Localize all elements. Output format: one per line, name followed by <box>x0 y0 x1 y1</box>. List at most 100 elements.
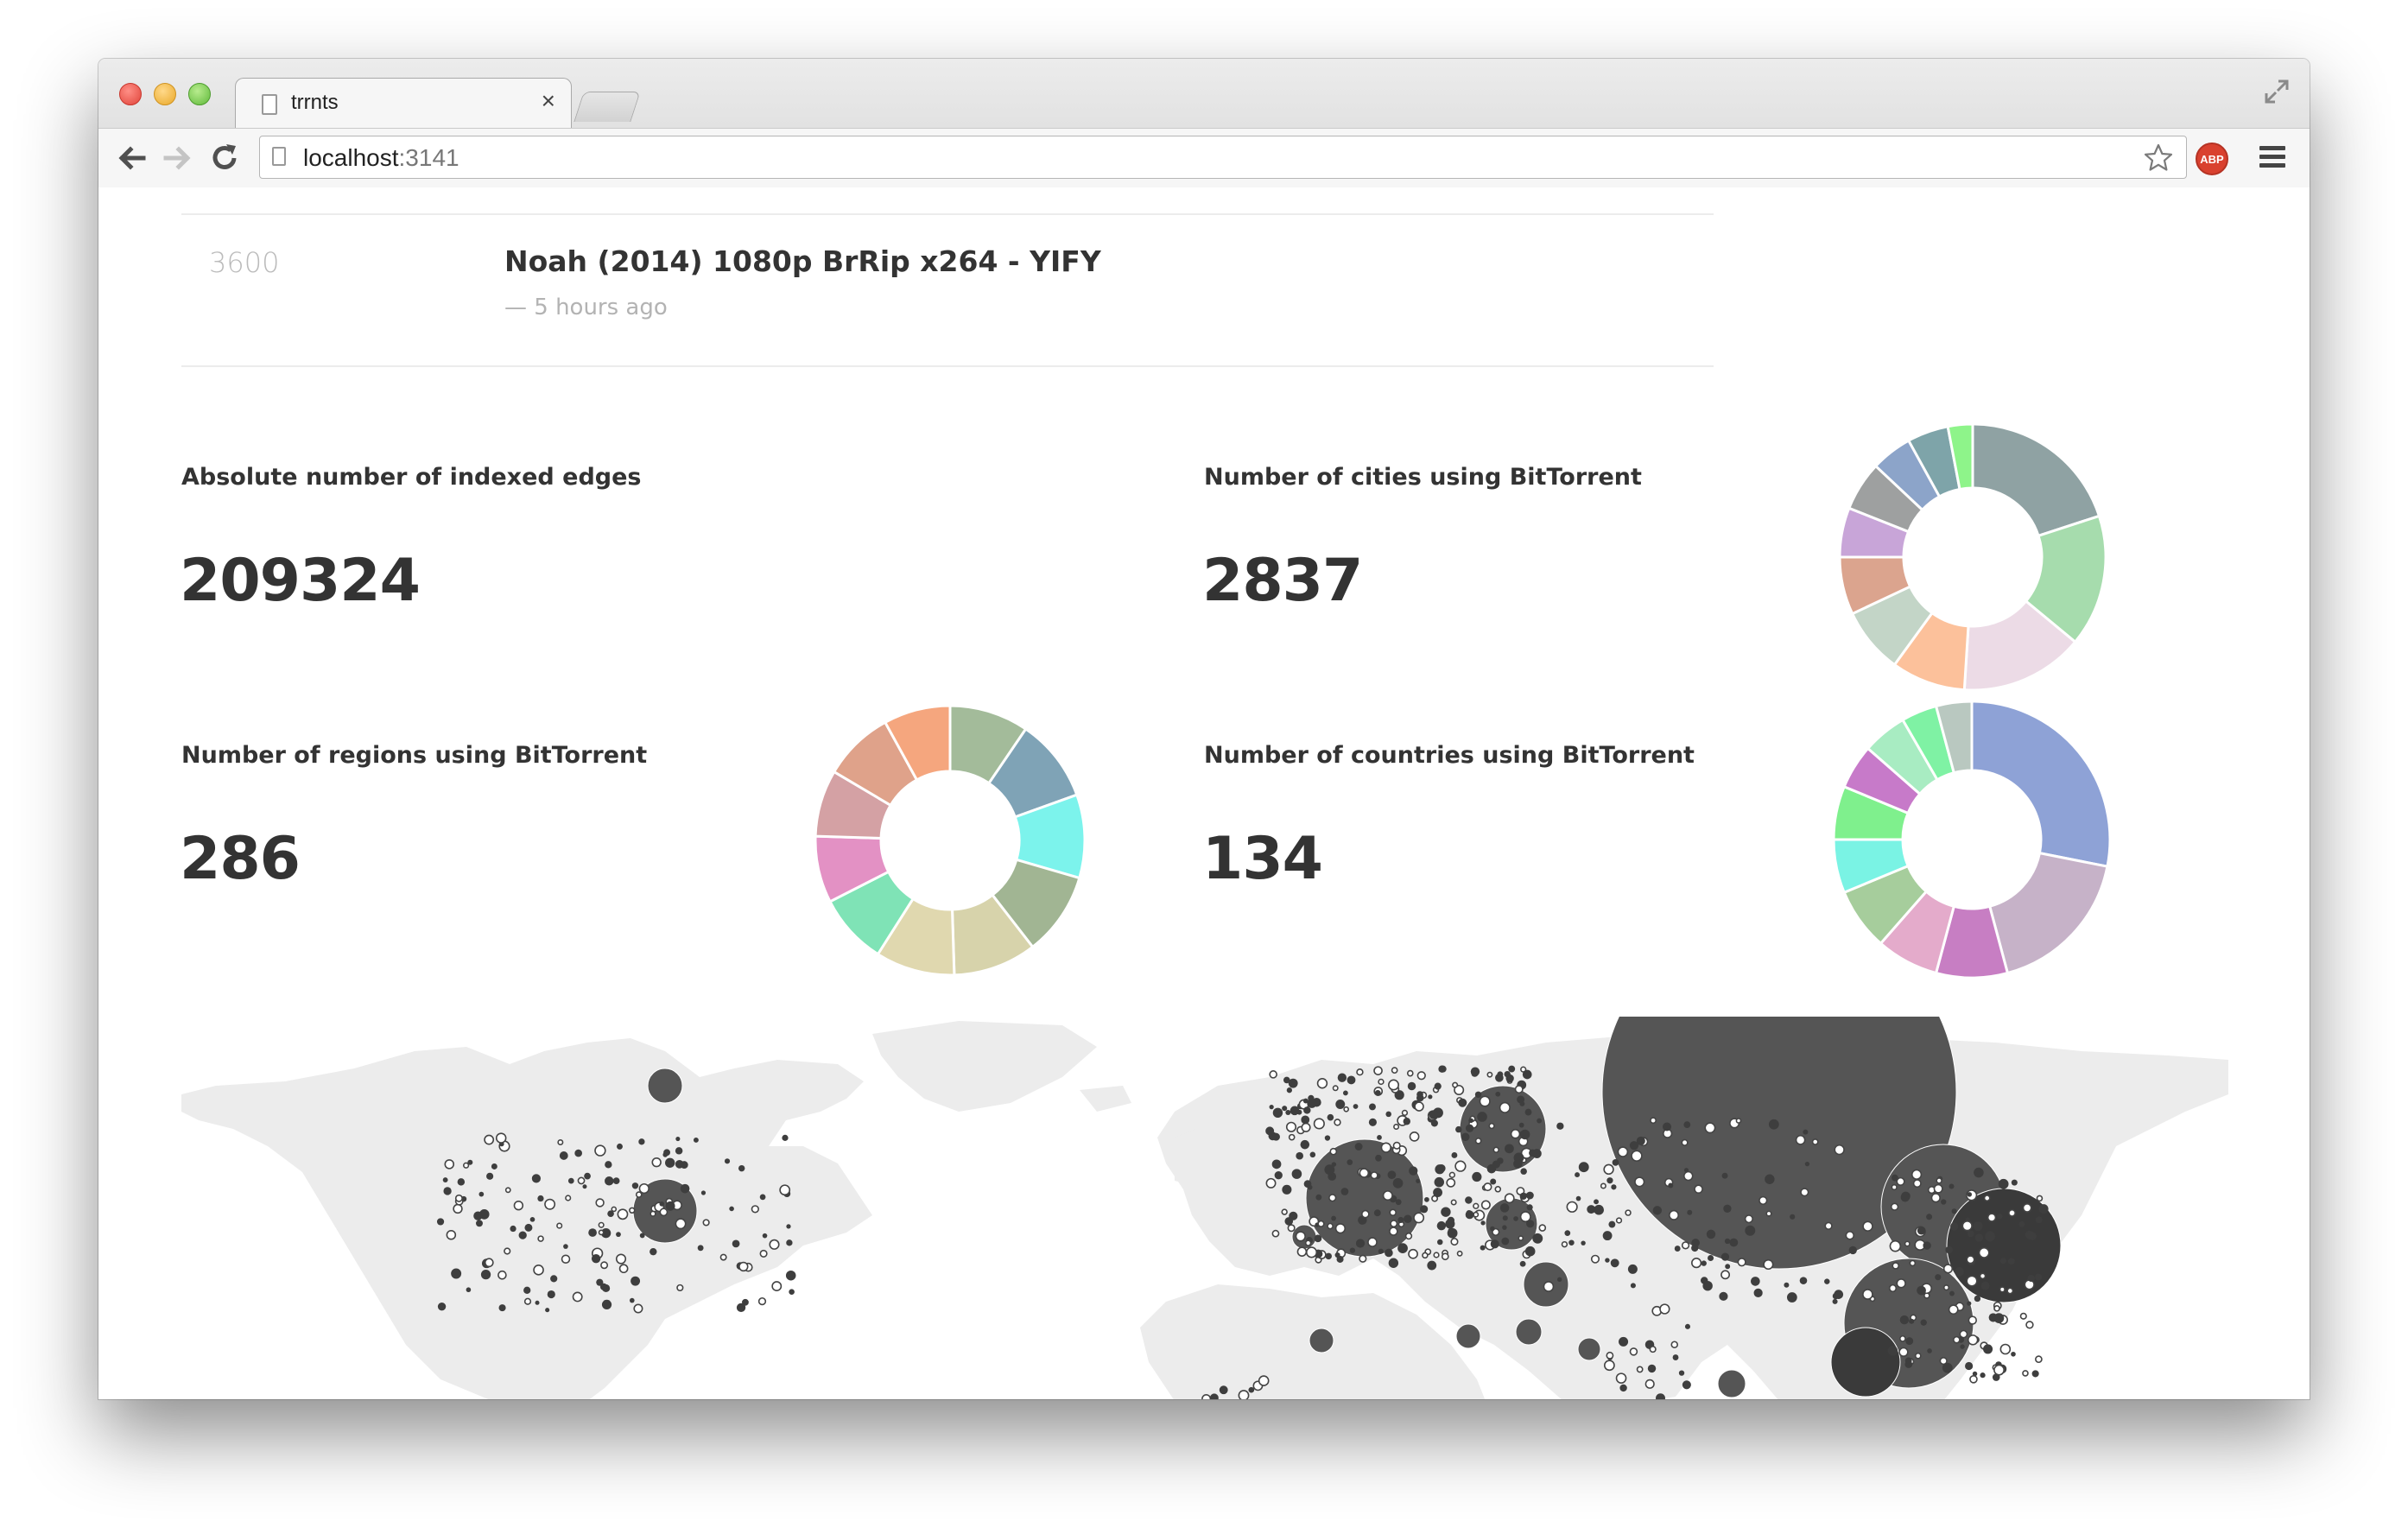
city-bubble[interactable] <box>1979 1272 1987 1280</box>
city-bubble[interactable] <box>1307 1184 1313 1190</box>
city-bubble[interactable] <box>675 1136 681 1142</box>
city-bubble[interactable] <box>1644 1379 1655 1389</box>
zoom-window-button[interactable] <box>188 83 211 105</box>
city-bubble[interactable] <box>510 1225 516 1233</box>
city-bubble[interactable] <box>1265 1177 1277 1189</box>
city-bubble[interactable] <box>629 1207 636 1214</box>
city-bubble[interactable] <box>650 1210 656 1217</box>
city-bubble[interactable] <box>665 1201 675 1211</box>
city-bubble[interactable] <box>1271 1229 1280 1238</box>
city-bubble[interactable] <box>1966 1275 1978 1287</box>
city-bubble[interactable] <box>1949 1290 1955 1296</box>
city-bubble[interactable] <box>1441 1207 1451 1217</box>
city-bubble[interactable] <box>1480 1220 1486 1226</box>
city-bubble[interactable] <box>563 1244 568 1249</box>
star-icon[interactable] <box>2143 143 2174 174</box>
city-bubble[interactable] <box>1926 1214 1933 1220</box>
city-bubble[interactable] <box>1433 1252 1440 1258</box>
city-bubble[interactable] <box>484 1134 495 1145</box>
city-bubble[interactable] <box>1524 1246 1536 1257</box>
city-bubble[interactable] <box>738 1261 749 1272</box>
city-bubble[interactable] <box>2006 1287 2014 1295</box>
city-bubble[interactable] <box>1603 1360 1615 1372</box>
city-bubble[interactable] <box>1786 1292 1797 1303</box>
city-bubble[interactable] <box>1974 1167 1984 1178</box>
city-bubble[interactable] <box>697 1245 704 1252</box>
city-bubble[interactable] <box>1304 1239 1312 1246</box>
city-bubble[interactable] <box>1917 1226 1926 1235</box>
city-bubble[interactable] <box>2025 1321 2034 1329</box>
city-bubble[interactable] <box>1359 1254 1367 1263</box>
city-bubble[interactable] <box>1499 1101 1511 1113</box>
city-bubble[interactable] <box>1603 1163 1614 1176</box>
city-bubble[interactable] <box>1949 1183 1955 1189</box>
city-bubble[interactable] <box>742 1298 749 1306</box>
city-bubble[interactable] <box>1912 1179 1922 1189</box>
city-bubble[interactable] <box>1617 1146 1629 1157</box>
city-bubble[interactable] <box>1634 1176 1645 1188</box>
city-bubble[interactable] <box>1393 1124 1400 1131</box>
city-bubble[interactable] <box>1201 1394 1212 1399</box>
city-bubble[interactable] <box>732 1239 740 1248</box>
city-bubble[interactable] <box>1830 1327 1901 1398</box>
city-bubble[interactable] <box>598 1229 605 1236</box>
city-bubble[interactable] <box>1824 1221 1833 1230</box>
city-bubble[interactable] <box>1682 1380 1691 1390</box>
city-bubble[interactable] <box>1353 1104 1359 1109</box>
city-bubble[interactable] <box>1501 1237 1510 1246</box>
city-bubble[interactable] <box>1380 1142 1391 1153</box>
city-bubble[interactable] <box>1497 1071 1504 1078</box>
city-bubble[interactable] <box>451 1268 462 1279</box>
city-bubble[interactable] <box>2031 1370 2039 1378</box>
city-bubble[interactable] <box>1526 1204 1533 1211</box>
city-bubble[interactable] <box>2022 1203 2032 1213</box>
city-bubble[interactable] <box>1488 1122 1495 1130</box>
address-bar[interactable]: localhost:3141 <box>259 136 2187 179</box>
city-bubble[interactable] <box>437 1303 447 1311</box>
city-bubble[interactable] <box>2008 1208 2016 1217</box>
city-bubble[interactable] <box>1519 1260 1526 1267</box>
city-bubble[interactable] <box>1474 1137 1482 1144</box>
city-bubble[interactable] <box>1409 1131 1420 1142</box>
city-bubble[interactable] <box>2022 1370 2029 1377</box>
city-bubble[interactable] <box>1608 1220 1616 1228</box>
city-bubble[interactable] <box>443 1187 452 1195</box>
city-bubble[interactable] <box>1450 1199 1457 1206</box>
city-bubble[interactable] <box>1965 1361 1974 1371</box>
city-bubble[interactable] <box>1327 1113 1334 1121</box>
city-bubble[interactable] <box>1933 1183 1943 1194</box>
city-bubble[interactable] <box>1395 1199 1402 1206</box>
city-bubble[interactable] <box>2019 1312 2027 1320</box>
city-bubble[interactable] <box>1575 1172 1581 1178</box>
city-bubble[interactable] <box>1458 1098 1467 1107</box>
city-bubble[interactable] <box>1433 1188 1443 1198</box>
city-bubble[interactable] <box>1556 1277 1562 1283</box>
city-bubble[interactable] <box>1993 1313 2005 1324</box>
city-bubble[interactable] <box>537 1235 544 1242</box>
city-bubble[interactable] <box>771 1281 783 1291</box>
city-bubble[interactable] <box>1468 1118 1473 1124</box>
city-bubble[interactable] <box>2035 1273 2043 1281</box>
city-bubble[interactable] <box>605 1176 614 1186</box>
city-bubble[interactable] <box>1594 1199 1599 1205</box>
city-bubble[interactable] <box>1490 1178 1497 1185</box>
city-bubble[interactable] <box>1486 1071 1493 1078</box>
city-bubble[interactable] <box>1927 1348 1932 1353</box>
city-bubble[interactable] <box>454 1194 463 1202</box>
city-bubble[interactable] <box>1387 1170 1397 1180</box>
city-bubble[interactable] <box>1993 1364 2005 1376</box>
city-bubble[interactable] <box>1510 1129 1521 1139</box>
city-bubble[interactable] <box>1568 1239 1575 1246</box>
city-bubble[interactable] <box>1424 1196 1429 1202</box>
city-bubble[interactable] <box>1672 1354 1679 1360</box>
city-bubble[interactable] <box>1610 1258 1619 1268</box>
city-bubble[interactable] <box>1450 1238 1459 1246</box>
city-bubble[interactable] <box>1524 1108 1532 1116</box>
city-bubble[interactable] <box>1719 1291 1728 1301</box>
city-bubble[interactable] <box>2025 1231 2035 1240</box>
city-bubble[interactable] <box>1403 1118 1410 1125</box>
city-bubble[interactable] <box>1724 1238 1731 1245</box>
city-bubble[interactable] <box>1343 1106 1349 1112</box>
city-bubble[interactable] <box>1309 1151 1316 1158</box>
city-bubble[interactable] <box>789 1289 795 1295</box>
